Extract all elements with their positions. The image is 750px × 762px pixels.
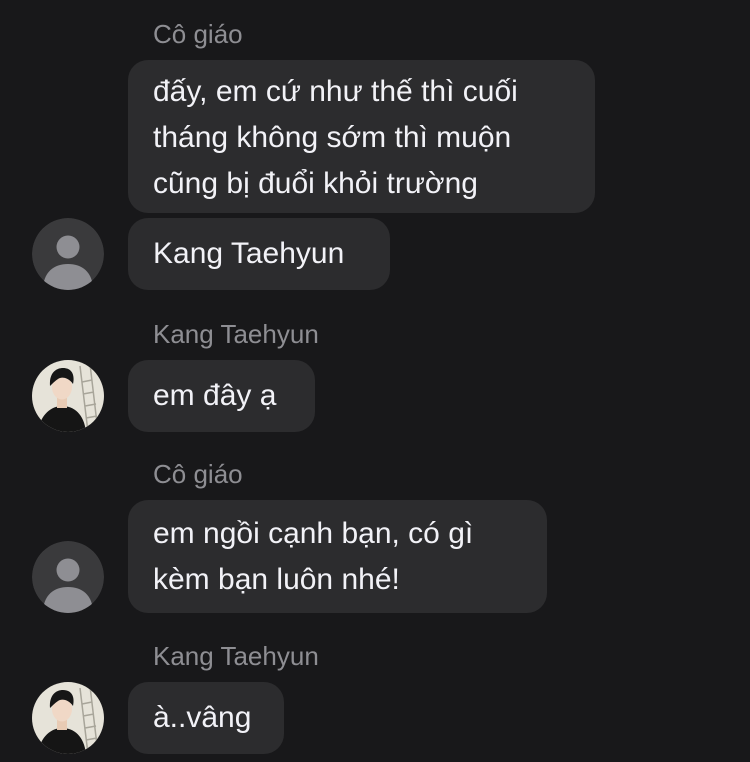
sender-name: Cô giáo <box>153 19 243 49</box>
message-text: Kang Taehyun <box>153 237 345 270</box>
message-text: em đây ạ <box>153 379 277 412</box>
sender-name: Kang Taehyun <box>153 319 319 349</box>
profile-photo <box>32 360 104 432</box>
sender-name: Cô giáo <box>153 459 243 489</box>
default-person-icon <box>32 541 104 613</box>
default-person-icon <box>32 218 104 290</box>
message-bubble[interactable]: em ngồi cạnh bạn, có gì kèm bạn luôn nhé… <box>128 500 547 613</box>
message-bubble[interactable]: đấy, em cứ như thế thì cuối tháng không … <box>128 60 595 213</box>
message-bubble[interactable]: Kang Taehyun <box>128 218 390 290</box>
message-text: đấy, em cứ như thế thì cuối <box>153 74 518 108</box>
student-avatar[interactable] <box>32 360 104 432</box>
profile-photo <box>32 682 104 754</box>
message-text: tháng không sớm thì muộn <box>153 120 512 154</box>
chat-thread: Cô giáo đấy, em cứ như thế thì cuối thán… <box>0 0 750 762</box>
teacher-avatar[interactable] <box>32 541 104 613</box>
sender-name: Kang Taehyun <box>153 641 319 671</box>
message-text: em ngồi cạnh bạn, có gì <box>153 516 474 550</box>
student-avatar[interactable] <box>32 682 104 754</box>
message-text: kèm bạn luôn nhé! <box>153 562 400 596</box>
message-text: à..vâng <box>153 701 252 734</box>
message-bubble[interactable]: à..vâng <box>128 682 284 754</box>
teacher-avatar[interactable] <box>32 218 104 290</box>
message-bubble[interactable]: em đây ạ <box>128 360 315 432</box>
message-text: cũng bị đuổi khỏi trường <box>153 166 478 200</box>
